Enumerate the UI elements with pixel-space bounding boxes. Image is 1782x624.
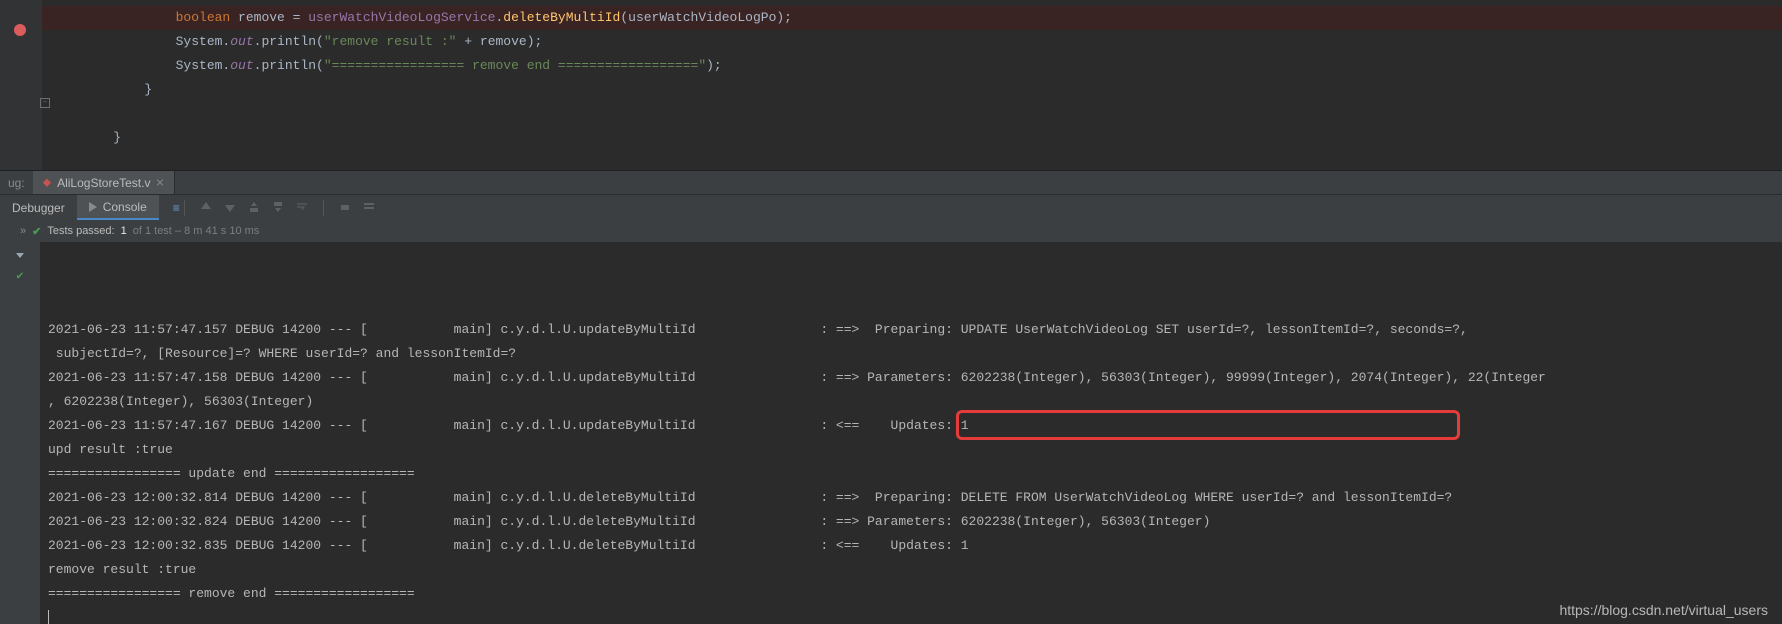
chevron-right-icon[interactable]: » [20, 225, 26, 237]
tests-prefix: Tests passed: [47, 225, 114, 237]
console-toolbar [189, 200, 386, 216]
close-icon[interactable] [156, 179, 164, 187]
print-icon[interactable] [338, 200, 352, 214]
minimize-icon[interactable]: ≡ [173, 201, 180, 215]
down-icon[interactable] [223, 200, 237, 214]
export-icon[interactable] [247, 200, 261, 214]
run-config-tab[interactable]: ⬥ AliLogStoreTest.v [33, 171, 176, 194]
code-line[interactable] [42, 102, 1782, 126]
separator [323, 200, 324, 216]
code-line[interactable]: System.out.println("================= re… [42, 54, 1782, 78]
console-line: ================= remove end ===========… [48, 582, 1774, 606]
console-line: 2021-06-23 11:57:47.167 DEBUG 14200 --- … [48, 414, 1774, 438]
console-icon [89, 202, 97, 212]
console-line: 2021-06-23 12:00:32.835 DEBUG 14200 --- … [48, 534, 1774, 558]
test-pass-icon: ✔ [11, 266, 29, 284]
code-area[interactable]: boolean remove = userWatchVideoLogServic… [42, 0, 1782, 170]
debugger-tabrow: Debugger Console ≡ [0, 194, 1782, 220]
tests-count: 1 [121, 225, 127, 237]
test-status-bar: » ✔ Tests passed: 1 of 1 test – 8 m 41 s… [0, 220, 1782, 242]
console-line: 2021-06-23 11:57:47.157 DEBUG 14200 --- … [48, 318, 1774, 342]
separator [184, 200, 185, 216]
console-line: 2021-06-23 11:57:47.158 DEBUG 14200 --- … [48, 366, 1774, 390]
console-line: 2021-06-23 12:00:32.814 DEBUG 14200 --- … [48, 486, 1774, 510]
run-pane: ✔ 2021-06-23 11:57:47.157 DEBUG 14200 --… [0, 242, 1782, 624]
code-line[interactable]: } [42, 78, 1782, 102]
code-editor[interactable]: – boolean remove = userWatchVideoLogServ… [0, 0, 1782, 170]
console-line: ================= update end ===========… [48, 462, 1774, 486]
run-config-icon: ⬥ [43, 175, 51, 190]
watermark: https://blog.csdn.net/virtual_users [1559, 602, 1768, 618]
check-icon: ✔ [32, 225, 41, 238]
tab-console[interactable]: Console [77, 195, 159, 220]
console-line: subjectId=?, [Resource]=? WHERE userId=?… [48, 342, 1774, 366]
code-line[interactable]: } [42, 126, 1782, 150]
import-icon[interactable] [271, 200, 285, 214]
code-line[interactable]: System.out.println("remove result :" + r… [42, 30, 1782, 54]
tab-console-label: Console [103, 200, 147, 214]
console-line: 2021-06-23 12:00:32.824 DEBUG 14200 --- … [48, 510, 1774, 534]
console-line: remove result :true [48, 558, 1774, 582]
console-caret-line[interactable] [48, 606, 1774, 624]
tree-toggle-icon[interactable] [11, 246, 29, 264]
editor-gutter[interactable]: – [0, 0, 42, 170]
console-line: upd result :true [48, 438, 1774, 462]
run-config-name: AliLogStoreTest.v [57, 176, 150, 190]
toolwindow-label: ug: [0, 176, 33, 190]
settings-icon[interactable] [362, 200, 376, 214]
code-line[interactable]: boolean remove = userWatchVideoLogServic… [42, 6, 1782, 30]
wrap-icon[interactable] [295, 200, 309, 214]
tab-debugger[interactable]: Debugger [0, 195, 77, 220]
console-output[interactable]: 2021-06-23 11:57:47.157 DEBUG 14200 --- … [40, 242, 1782, 624]
tab-debugger-label: Debugger [12, 201, 65, 215]
up-icon[interactable] [199, 200, 213, 214]
toolwindow-tabbar: ug: ⬥ AliLogStoreTest.v [0, 170, 1782, 194]
run-gutter: ✔ [0, 242, 40, 624]
breakpoint-icon[interactable] [14, 24, 26, 36]
console-line: , 6202238(Integer), 56303(Integer) [48, 390, 1774, 414]
tests-suffix: of 1 test – 8 m 41 s 10 ms [133, 225, 260, 237]
